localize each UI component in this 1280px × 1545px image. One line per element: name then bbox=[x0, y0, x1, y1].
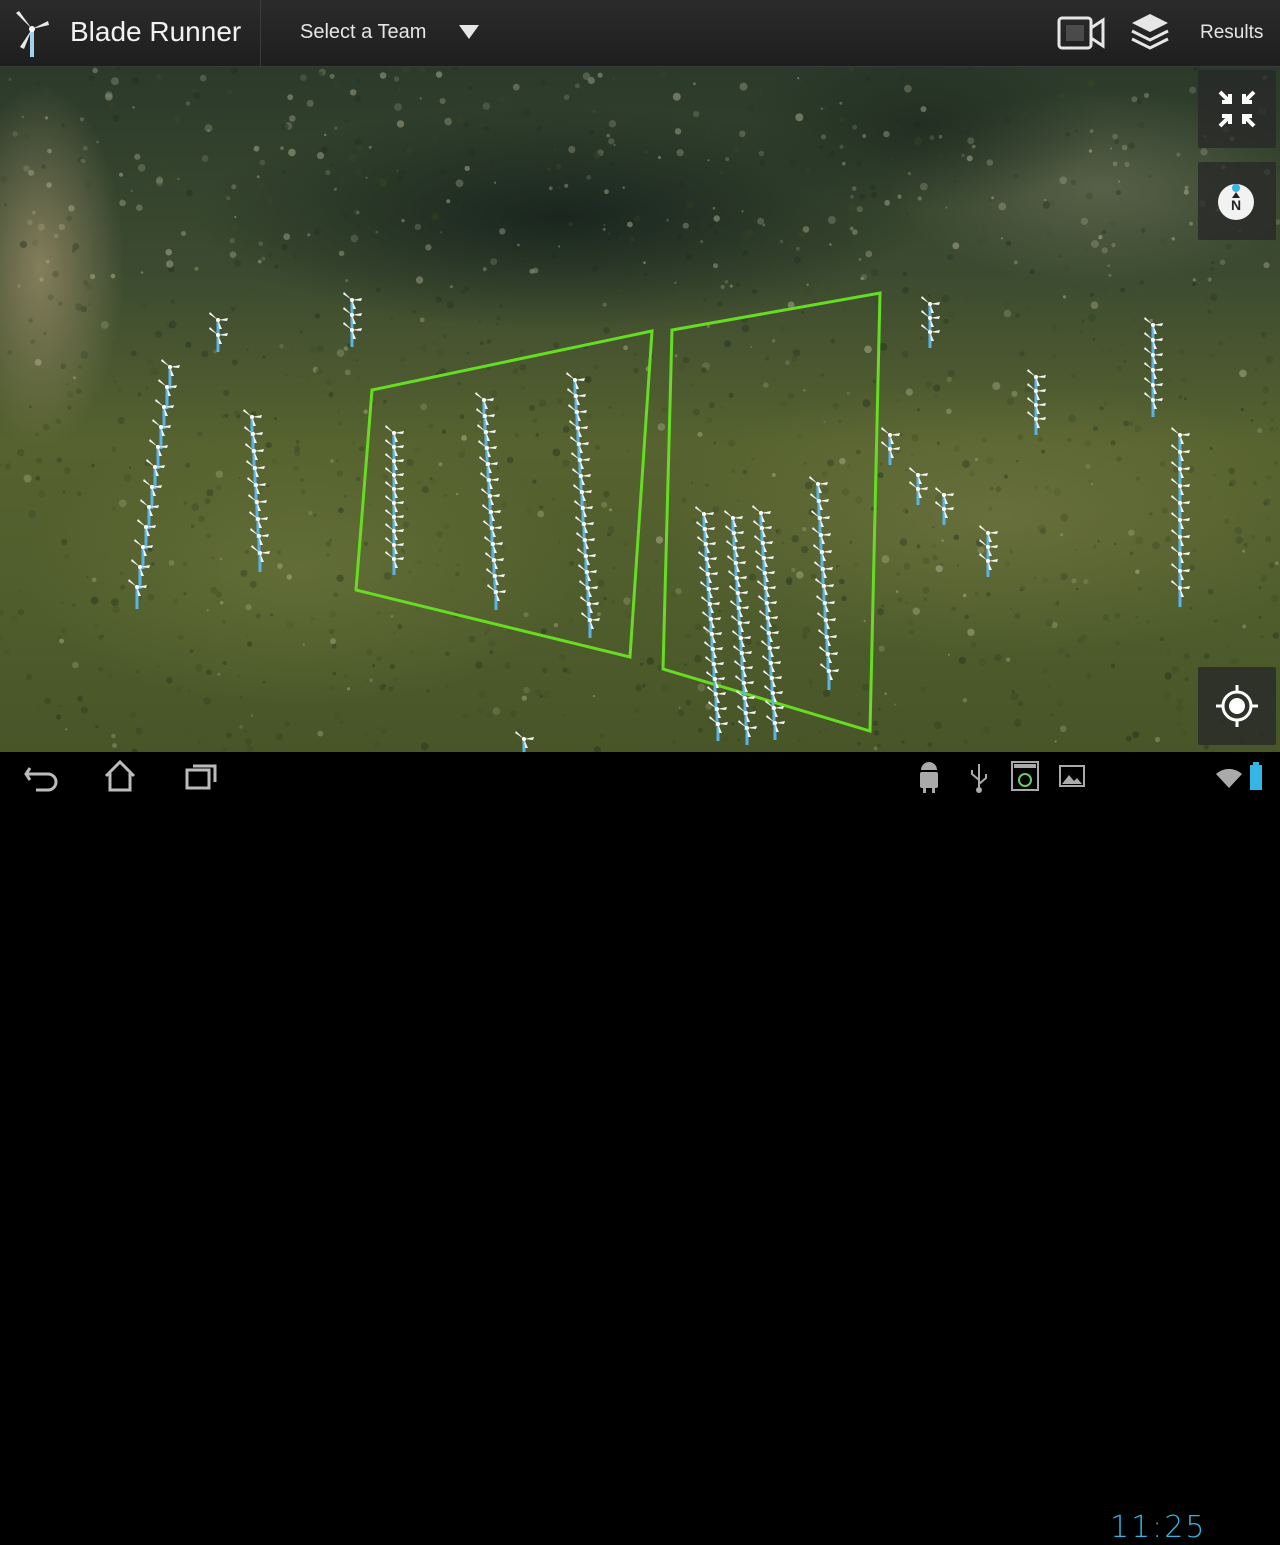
wifi-icon bbox=[1216, 768, 1242, 788]
team-select-dropdown[interactable]: Select a Team bbox=[300, 19, 485, 49]
compass-icon: N bbox=[1218, 184, 1254, 220]
compass-button[interactable]: N bbox=[1198, 162, 1276, 240]
turbine-marker[interactable] bbox=[809, 476, 828, 503]
home-icon[interactable] bbox=[100, 758, 140, 794]
collapse-arrows-icon bbox=[1218, 90, 1256, 128]
divider bbox=[260, 0, 261, 66]
turbine-marker[interactable] bbox=[243, 409, 262, 436]
my-location-button[interactable] bbox=[1198, 667, 1276, 745]
satellite-map[interactable]: N bbox=[0, 67, 1280, 752]
screenshot-icon bbox=[1011, 761, 1039, 791]
dropdown-triangle-icon bbox=[459, 25, 479, 39]
my-location-icon bbox=[1216, 685, 1258, 727]
video-camera-icon[interactable] bbox=[1056, 10, 1106, 56]
results-button[interactable]: Results bbox=[1200, 22, 1263, 44]
usb-icon bbox=[971, 764, 987, 793]
wind-farm-zone-left[interactable] bbox=[354, 329, 654, 659]
svg-text:N: N bbox=[1231, 197, 1241, 213]
turbine-marker[interactable] bbox=[1171, 427, 1190, 454]
android-debug-icon bbox=[920, 762, 938, 793]
recent-apps-icon[interactable] bbox=[183, 758, 223, 794]
status-clock: 11:25 bbox=[1110, 1510, 1207, 1545]
layers-icon[interactable] bbox=[1128, 10, 1172, 56]
wind-turbine-icon[interactable] bbox=[10, 9, 54, 57]
battery-icon bbox=[1250, 762, 1262, 790]
turbine-marker[interactable] bbox=[515, 731, 534, 752]
image-icon bbox=[1059, 765, 1085, 787]
team-select-label: Select a Team bbox=[300, 21, 427, 43]
collapse-map-button[interactable] bbox=[1198, 70, 1276, 148]
action-bar: Blade Runner Select a Team Results bbox=[0, 0, 1280, 67]
turbine-markers bbox=[128, 292, 1190, 752]
turbine-marker[interactable] bbox=[128, 579, 147, 609]
map-overlay bbox=[128, 291, 1190, 752]
back-icon[interactable] bbox=[22, 758, 62, 794]
system-nav-bar: 11:25 bbox=[0, 752, 1280, 1545]
app-title: Blade Runner bbox=[70, 16, 242, 47]
